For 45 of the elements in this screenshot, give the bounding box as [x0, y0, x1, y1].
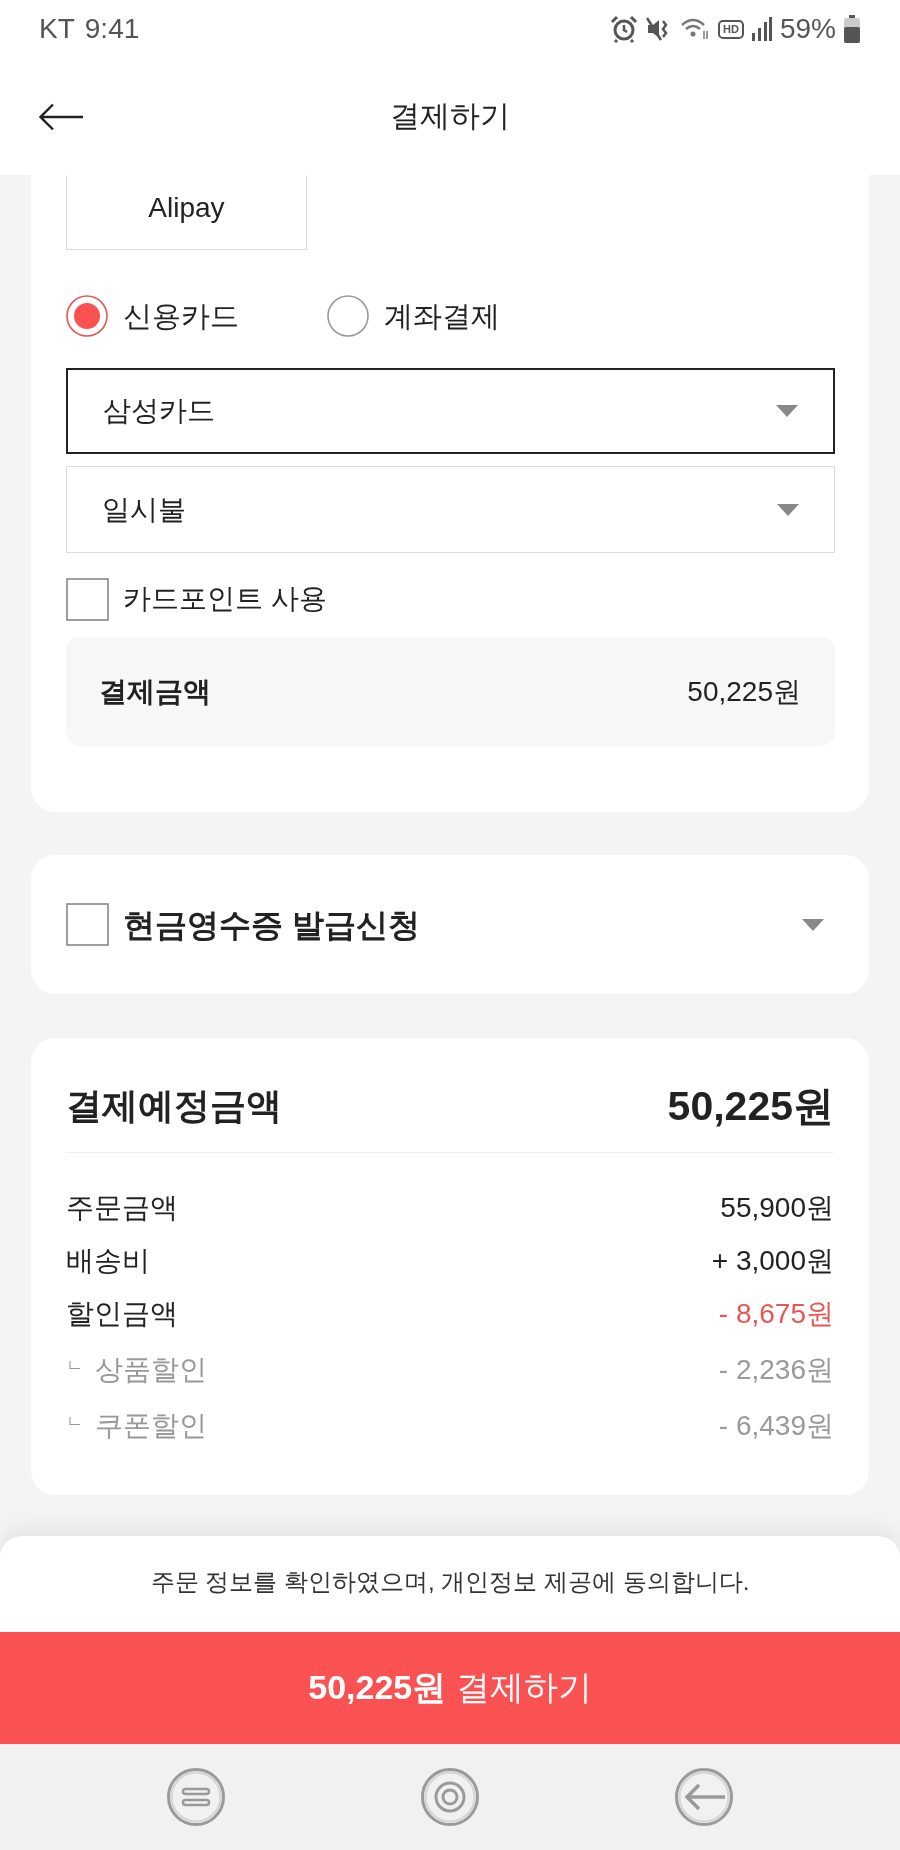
- installment-select[interactable]: 일시불: [66, 466, 835, 553]
- sub-item-marker: ㄴ: [66, 1356, 83, 1374]
- battery-icon: [844, 15, 860, 43]
- summary-value: - 6,439원: [718, 1408, 834, 1443]
- card-point-checkbox[interactable]: 카드포인트 사용: [66, 577, 327, 621]
- summary-label: 할인금액: [66, 1296, 178, 1331]
- radio-empty-icon[interactable]: [327, 295, 369, 337]
- summary-total: 50,225원: [667, 1082, 834, 1131]
- clock-time: 9:41: [84, 15, 140, 43]
- signal-icon: [751, 17, 772, 41]
- back-arrow-icon: [39, 102, 83, 131]
- checkbox-icon[interactable]: [66, 903, 109, 946]
- menu-icon[interactable]: [166, 1767, 226, 1827]
- amount-value: 50,225원: [687, 674, 801, 709]
- caret-down-icon: [802, 918, 824, 931]
- summary-title: 결제예정금액: [66, 1084, 282, 1128]
- summary-value: + 3,000원: [711, 1243, 834, 1278]
- battery-percent: 59%: [779, 15, 836, 43]
- alarm-clock-icon: [610, 15, 639, 43]
- back-button[interactable]: [39, 102, 83, 131]
- home-icon[interactable]: [420, 1767, 480, 1827]
- amount-label: 결제금액: [99, 674, 211, 709]
- page-title: 결제하기: [390, 98, 510, 134]
- sub-item-marker: ㄴ: [66, 1412, 83, 1430]
- summary-value: 55,900원: [720, 1190, 834, 1225]
- caret-down-icon: [776, 405, 798, 417]
- summary-label: 배송비: [66, 1243, 150, 1278]
- back-icon[interactable]: [674, 1767, 734, 1827]
- payment-type-radio[interactable]: 신용카드: [66, 295, 239, 337]
- card-select[interactable]: 삼성카드: [66, 368, 835, 454]
- summary-label: 쿠폰할인: [95, 1408, 207, 1443]
- radio-selected-icon[interactable]: [66, 295, 108, 337]
- payment-type-radio[interactable]: 계좌결제: [327, 295, 500, 337]
- summary-value: - 8,675원: [718, 1296, 834, 1331]
- cash-receipt-checkbox[interactable]: 현금영수증 발급신청: [66, 903, 420, 946]
- wifi-icon: [680, 17, 711, 41]
- checkbox-icon[interactable]: [66, 577, 109, 621]
- agreement-text: 주문 정보를 확인하였으며, 개인정보 제공에 동의합니다.: [150, 1567, 750, 1597]
- carrier-name: KT: [39, 15, 75, 43]
- caret-down-icon: [777, 503, 799, 516]
- summary-label: 주문금액: [66, 1190, 178, 1225]
- summary-value: - 2,236원: [718, 1352, 834, 1387]
- hd-voice-badge: HD: [718, 19, 744, 39]
- payment-option-button[interactable]: Alipay: [66, 175, 307, 250]
- summary-label: 상품할인: [95, 1352, 207, 1387]
